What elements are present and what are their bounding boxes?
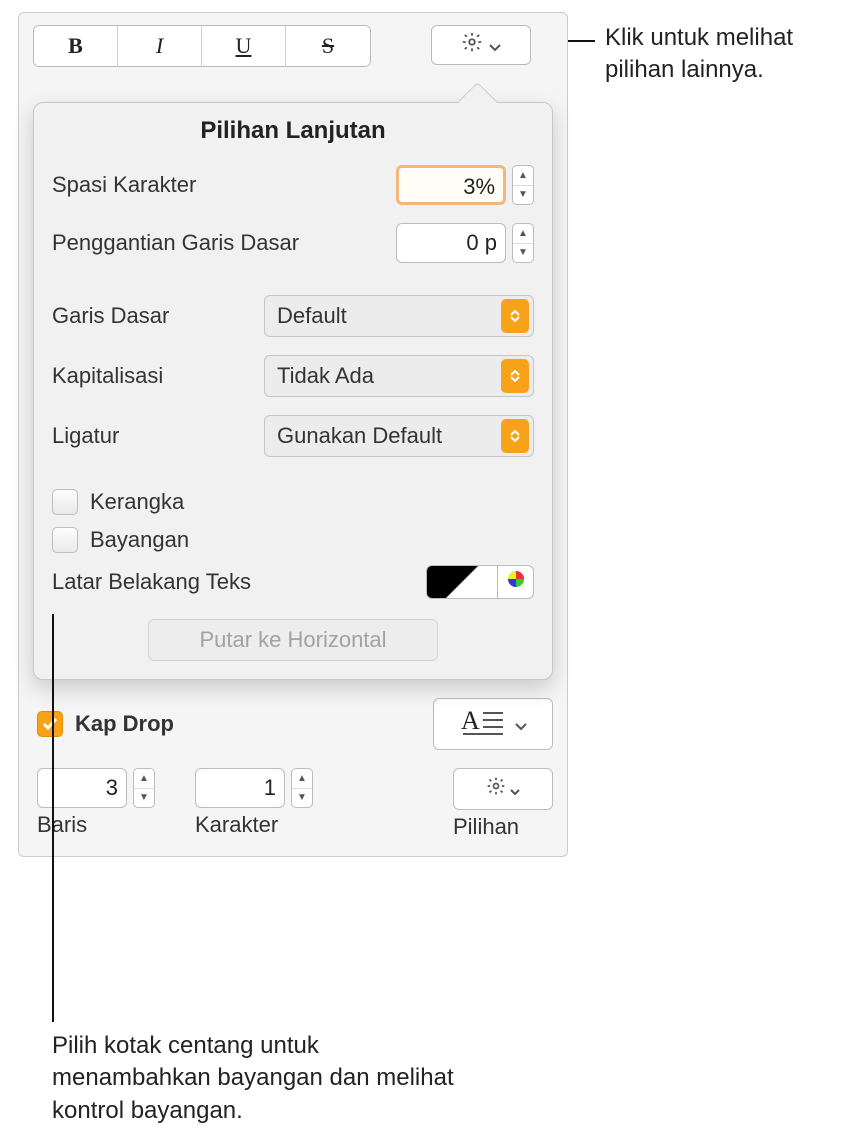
dropcap-row: Kap Drop A — [37, 698, 553, 750]
popover-title: Pilihan Lanjutan — [52, 117, 534, 145]
color-wheel-icon — [506, 569, 526, 595]
character-spacing-row: Spasi Karakter 3% ▲ ▼ — [52, 165, 534, 205]
shadow-checkbox[interactable] — [52, 527, 78, 553]
dropcap-chars-stepper[interactable]: ▲ ▼ — [291, 768, 313, 808]
rotate-horizontal-button[interactable]: Putar ke Horizontal — [148, 619, 438, 661]
select-arrow-icon — [501, 359, 529, 393]
outline-row: Kerangka — [52, 489, 534, 515]
baseline-shift-field[interactable]: 0 p — [396, 223, 506, 263]
gear-icon — [486, 776, 506, 802]
stepper-down-icon: ▼ — [513, 186, 533, 205]
dropcap-chars-label: Karakter — [195, 812, 313, 838]
character-spacing-field[interactable]: 3% — [396, 165, 506, 205]
stepper-up-icon: ▲ — [292, 769, 312, 789]
advanced-options-button[interactable] — [431, 25, 531, 65]
baseline-shift-label: Penggantian Garis Dasar — [52, 230, 299, 256]
select-arrow-icon — [501, 419, 529, 453]
dropcap-options-button[interactable] — [453, 768, 553, 810]
color-picker-button[interactable] — [498, 565, 534, 599]
dropcap-lines-label: Baris — [37, 812, 155, 838]
stepper-up-icon: ▲ — [513, 166, 533, 186]
select-arrow-icon — [501, 299, 529, 333]
italic-button[interactable]: I — [118, 26, 202, 66]
chevron-down-icon — [515, 711, 527, 737]
dropcap-checkbox[interactable] — [37, 711, 63, 737]
dropcap-chars-field[interactable]: 1 — [195, 768, 285, 808]
character-spacing-stepper[interactable]: ▲ ▼ — [512, 165, 534, 205]
callout-bottom: Pilih kotak centang untuk menambahkan ba… — [52, 1030, 472, 1127]
shadow-row: Bayangan — [52, 527, 534, 553]
chevron-down-icon — [489, 32, 501, 58]
character-spacing-label: Spasi Karakter — [52, 172, 196, 198]
color-swatch[interactable] — [426, 565, 498, 599]
ligature-select-value: Gunakan Default — [277, 423, 442, 449]
stepper-up-icon: ▲ — [134, 769, 154, 789]
dropcap-lines-field[interactable]: 3 — [37, 768, 127, 808]
capitalization-label: Kapitalisasi — [52, 363, 163, 389]
text-background-colorwell[interactable] — [426, 565, 534, 599]
shadow-label: Bayangan — [90, 527, 189, 553]
capitalization-select-value: Tidak Ada — [277, 363, 374, 389]
dropcap-options-label: Pilihan — [453, 814, 553, 840]
text-style-toolbar: B I U S — [33, 25, 553, 67]
dropcap-style-icon: A — [459, 705, 507, 743]
ligature-select[interactable]: Gunakan Default — [264, 415, 534, 457]
stepper-down-icon: ▼ — [292, 789, 312, 808]
svg-text:A: A — [461, 706, 480, 735]
stepper-down-icon: ▼ — [134, 789, 154, 808]
dropcap-lines-stack: 3 ▲ ▼ Baris — [37, 768, 155, 838]
dropcap-controls: 3 ▲ ▼ Baris 1 ▲ ▼ Karakter — [37, 768, 553, 840]
baseline-label: Garis Dasar — [52, 303, 169, 329]
baseline-shift-row: Penggantian Garis Dasar 0 p ▲ ▼ — [52, 223, 534, 263]
dropcap-section: Kap Drop A — [33, 698, 553, 840]
chevron-down-icon — [510, 776, 520, 802]
advanced-options-popover: Pilihan Lanjutan Spasi Karakter 3% ▲ ▼ P… — [33, 102, 553, 680]
dropcap-chars-stack: 1 ▲ ▼ Karakter — [195, 768, 313, 838]
text-background-row: Latar Belakang Teks — [52, 565, 534, 599]
gear-icon — [461, 31, 483, 59]
dropcap-options-stack: Pilihan — [453, 768, 553, 840]
dropcap-label: Kap Drop — [75, 711, 174, 737]
capitalization-row: Kapitalisasi Tidak Ada — [52, 355, 534, 397]
text-style-segmented: B I U S — [33, 25, 371, 67]
baseline-row: Garis Dasar Default — [52, 295, 534, 337]
baseline-shift-stepper[interactable]: ▲ ▼ — [512, 223, 534, 263]
baseline-select[interactable]: Default — [264, 295, 534, 337]
dropcap-lines-stepper[interactable]: ▲ ▼ — [133, 768, 155, 808]
callout-line-bottom-v — [52, 614, 54, 1022]
stepper-down-icon: ▼ — [513, 244, 533, 263]
outline-label: Kerangka — [90, 489, 184, 515]
format-panel: B I U S Pilihan Lanjutan Spasi Karakter … — [18, 12, 568, 857]
ligature-label: Ligatur — [52, 423, 119, 449]
underline-button[interactable]: U — [202, 26, 286, 66]
bold-button[interactable]: B — [34, 26, 118, 66]
stepper-up-icon: ▲ — [513, 224, 533, 244]
dropcap-style-button[interactable]: A — [433, 698, 553, 750]
capitalization-select[interactable]: Tidak Ada — [264, 355, 534, 397]
text-background-label: Latar Belakang Teks — [52, 569, 251, 595]
ligature-row: Ligatur Gunakan Default — [52, 415, 534, 457]
baseline-select-value: Default — [277, 303, 347, 329]
outline-checkbox[interactable] — [52, 489, 78, 515]
strikethrough-button[interactable]: S — [286, 26, 370, 66]
callout-top: Klik untuk melihat pilihan lainnya. — [605, 22, 840, 87]
